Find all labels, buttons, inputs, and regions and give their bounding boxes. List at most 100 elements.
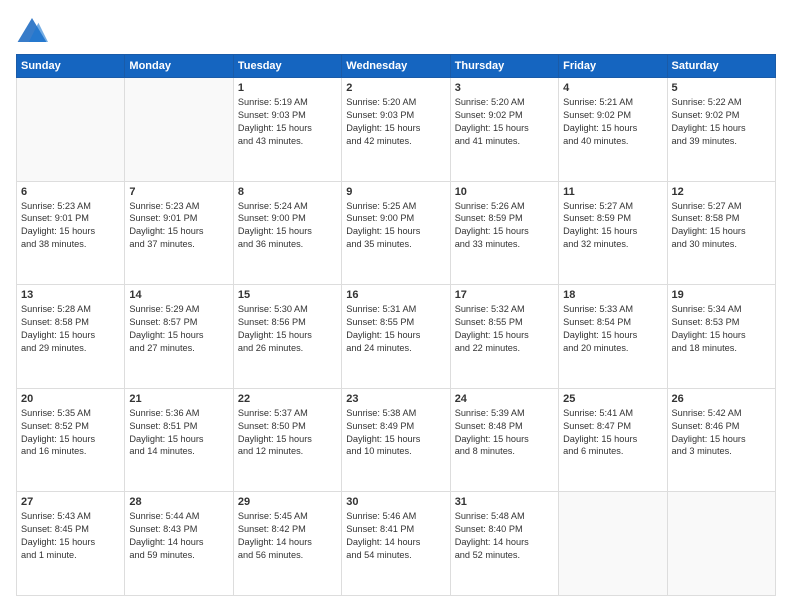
day-number: 28 xyxy=(129,496,228,508)
calendar-cell: 21 Sunrise: 5:36 AM Sunset: 8:51 PM Dayli… xyxy=(125,388,233,492)
day-info: Sunrise: 5:20 AM Sunset: 9:03 PM Dayligh… xyxy=(346,96,445,148)
day-info: Sunrise: 5:28 AM Sunset: 8:58 PM Dayligh… xyxy=(21,303,120,355)
calendar-cell: 1 Sunrise: 5:19 AM Sunset: 9:03 PM Daylig… xyxy=(233,78,341,182)
day-number: 20 xyxy=(21,393,120,405)
weekday-header-wednesday: Wednesday xyxy=(342,55,450,78)
calendar-cell: 11 Sunrise: 5:27 AM Sunset: 8:59 PM Dayli… xyxy=(559,181,667,285)
calendar-week-4: 20 Sunrise: 5:35 AM Sunset: 8:52 PM Dayli… xyxy=(17,388,776,492)
day-number: 12 xyxy=(672,186,771,198)
calendar-cell: 19 Sunrise: 5:34 AM Sunset: 8:53 PM Dayli… xyxy=(667,285,775,389)
day-info: Sunrise: 5:36 AM Sunset: 8:51 PM Dayligh… xyxy=(129,407,228,459)
day-number: 9 xyxy=(346,186,445,198)
day-number: 19 xyxy=(672,289,771,301)
day-info: Sunrise: 5:33 AM Sunset: 8:54 PM Dayligh… xyxy=(563,303,662,355)
day-number: 15 xyxy=(238,289,337,301)
calendar-cell: 8 Sunrise: 5:24 AM Sunset: 9:00 PM Daylig… xyxy=(233,181,341,285)
weekday-header-tuesday: Tuesday xyxy=(233,55,341,78)
calendar-cell xyxy=(17,78,125,182)
page: SundayMondayTuesdayWednesdayThursdayFrid… xyxy=(0,0,792,612)
day-number: 31 xyxy=(455,496,554,508)
day-info: Sunrise: 5:19 AM Sunset: 9:03 PM Dayligh… xyxy=(238,96,337,148)
calendar-cell: 13Sunrise: 5:28 AM Sunset: 8:58 PM Dayli… xyxy=(17,285,125,389)
calendar-table: SundayMondayTuesdayWednesdayThursdayFrid… xyxy=(16,54,776,596)
day-number: 23 xyxy=(346,393,445,405)
calendar-cell: 26 Sunrise: 5:42 AM Sunset: 8:46 PM Dayli… xyxy=(667,388,775,492)
calendar-week-2: 6 Sunrise: 5:23 AM Sunset: 9:01 PM Daylig… xyxy=(17,181,776,285)
day-info: Sunrise: 5:44 AM Sunset: 8:43 PM Dayligh… xyxy=(129,510,228,562)
logo xyxy=(16,16,52,44)
calendar-cell: 14 Sunrise: 5:29 AM Sunset: 8:57 PM Dayli… xyxy=(125,285,233,389)
day-number: 18 xyxy=(563,289,662,301)
day-info: Sunrise: 5:35 AM Sunset: 8:52 PM Dayligh… xyxy=(21,407,120,459)
day-info: Sunrise: 5:46 AM Sunset: 8:41 PM Dayligh… xyxy=(346,510,445,562)
day-info: Sunrise: 5:34 AM Sunset: 8:53 PM Dayligh… xyxy=(672,303,771,355)
calendar-cell xyxy=(125,78,233,182)
calendar-cell: 17Sunrise: 5:32 AM Sunset: 8:55 PM Dayli… xyxy=(450,285,558,389)
calendar-cell: 27 Sunrise: 5:43 AM Sunset: 8:45 PM Dayli… xyxy=(17,492,125,596)
calendar-cell: 2 Sunrise: 5:20 AM Sunset: 9:03 PM Daylig… xyxy=(342,78,450,182)
day-number: 7 xyxy=(129,186,228,198)
day-number: 16 xyxy=(346,289,445,301)
day-info: Sunrise: 5:27 AM Sunset: 8:59 PM Dayligh… xyxy=(563,200,662,252)
day-number: 1 xyxy=(238,82,337,94)
day-info: Sunrise: 5:21 AM Sunset: 9:02 PM Dayligh… xyxy=(563,96,662,148)
calendar-cell: 6Sunrise: 5:23 AM Sunset: 9:01 PM Daylig… xyxy=(17,181,125,285)
day-info: Sunrise: 5:22 AM Sunset: 9:02 PM Dayligh… xyxy=(672,96,771,148)
weekday-header-friday: Friday xyxy=(559,55,667,78)
day-number: 4 xyxy=(563,82,662,94)
header xyxy=(16,16,776,44)
day-info: Sunrise: 5:32 AM Sunset: 8:55 PM Dayligh… xyxy=(455,303,554,355)
calendar-cell: 24Sunrise: 5:39 AM Sunset: 8:48 PM Dayli… xyxy=(450,388,558,492)
day-info: Sunrise: 5:29 AM Sunset: 8:57 PM Dayligh… xyxy=(129,303,228,355)
day-info: Sunrise: 5:38 AM Sunset: 8:49 PM Dayligh… xyxy=(346,407,445,459)
day-number: 30 xyxy=(346,496,445,508)
calendar-cell: 23 Sunrise: 5:38 AM Sunset: 8:49 PM Dayli… xyxy=(342,388,450,492)
calendar-header-row: SundayMondayTuesdayWednesdayThursdayFrid… xyxy=(17,55,776,78)
calendar-cell: 12 Sunrise: 5:27 AM Sunset: 8:58 PM Dayli… xyxy=(667,181,775,285)
day-number: 27 xyxy=(21,496,120,508)
day-number: 22 xyxy=(238,393,337,405)
calendar-cell: 18 Sunrise: 5:33 AM Sunset: 8:54 PM Dayli… xyxy=(559,285,667,389)
calendar-cell: 30 Sunrise: 5:46 AM Sunset: 8:41 PM Dayli… xyxy=(342,492,450,596)
weekday-header-thursday: Thursday xyxy=(450,55,558,78)
day-info: Sunrise: 5:27 AM Sunset: 8:58 PM Dayligh… xyxy=(672,200,771,252)
calendar-cell: 29 Sunrise: 5:45 AM Sunset: 8:42 PM Dayli… xyxy=(233,492,341,596)
day-number: 29 xyxy=(238,496,337,508)
day-info: Sunrise: 5:30 AM Sunset: 8:56 PM Dayligh… xyxy=(238,303,337,355)
day-number: 21 xyxy=(129,393,228,405)
day-info: Sunrise: 5:45 AM Sunset: 8:42 PM Dayligh… xyxy=(238,510,337,562)
calendar-cell: 15 Sunrise: 5:30 AM Sunset: 8:56 PM Dayli… xyxy=(233,285,341,389)
calendar-cell: 10 Sunrise: 5:26 AM Sunset: 8:59 PM Dayli… xyxy=(450,181,558,285)
day-number: 14 xyxy=(129,289,228,301)
day-info: Sunrise: 5:43 AM Sunset: 8:45 PM Dayligh… xyxy=(21,510,120,562)
day-number: 10 xyxy=(455,186,554,198)
calendar-cell xyxy=(667,492,775,596)
calendar-cell xyxy=(559,492,667,596)
calendar-cell: 20 Sunrise: 5:35 AM Sunset: 8:52 PM Dayli… xyxy=(17,388,125,492)
calendar-week-5: 27 Sunrise: 5:43 AM Sunset: 8:45 PM Dayli… xyxy=(17,492,776,596)
day-number: 6 xyxy=(21,186,120,198)
day-info: Sunrise: 5:23 AM Sunset: 9:01 PM Dayligh… xyxy=(129,200,228,252)
day-number: 8 xyxy=(238,186,337,198)
calendar-cell: 5 Sunrise: 5:22 AM Sunset: 9:02 PM Daylig… xyxy=(667,78,775,182)
day-info: Sunrise: 5:31 AM Sunset: 8:55 PM Dayligh… xyxy=(346,303,445,355)
calendar-cell: 25Sunrise: 5:41 AM Sunset: 8:47 PM Dayli… xyxy=(559,388,667,492)
calendar-cell: 16 Sunrise: 5:31 AM Sunset: 8:55 PM Dayli… xyxy=(342,285,450,389)
calendar-cell: 3Sunrise: 5:20 AM Sunset: 9:02 PM Daylig… xyxy=(450,78,558,182)
calendar-week-1: 1 Sunrise: 5:19 AM Sunset: 9:03 PM Daylig… xyxy=(17,78,776,182)
logo-icon xyxy=(16,16,48,44)
calendar-cell: 7 Sunrise: 5:23 AM Sunset: 9:01 PM Daylig… xyxy=(125,181,233,285)
calendar-cell: 4 Sunrise: 5:21 AM Sunset: 9:02 PM Daylig… xyxy=(559,78,667,182)
day-number: 11 xyxy=(563,186,662,198)
calendar-cell: 9 Sunrise: 5:25 AM Sunset: 9:00 PM Daylig… xyxy=(342,181,450,285)
day-info: Sunrise: 5:37 AM Sunset: 8:50 PM Dayligh… xyxy=(238,407,337,459)
day-info: Sunrise: 5:25 AM Sunset: 9:00 PM Dayligh… xyxy=(346,200,445,252)
calendar-cell: 22 Sunrise: 5:37 AM Sunset: 8:50 PM Dayli… xyxy=(233,388,341,492)
day-info: Sunrise: 5:26 AM Sunset: 8:59 PM Dayligh… xyxy=(455,200,554,252)
day-number: 3 xyxy=(455,82,554,94)
day-info: Sunrise: 5:24 AM Sunset: 9:00 PM Dayligh… xyxy=(238,200,337,252)
day-number: 26 xyxy=(672,393,771,405)
day-number: 2 xyxy=(346,82,445,94)
day-number: 5 xyxy=(672,82,771,94)
day-info: Sunrise: 5:42 AM Sunset: 8:46 PM Dayligh… xyxy=(672,407,771,459)
